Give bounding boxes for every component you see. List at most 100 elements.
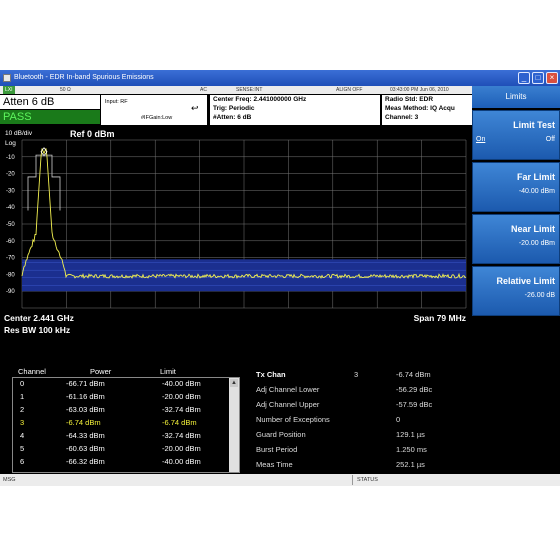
meas-method-label: Meas Method: IQ Acqu bbox=[385, 105, 455, 112]
table-row[interactable]: 1 -61.16 dBm -20.00 dBm bbox=[0, 392, 230, 404]
atten-small-label: #Atten: 6 dB bbox=[213, 114, 252, 121]
cell-channel: 5 bbox=[20, 444, 25, 453]
y-tick-label: -10 bbox=[6, 155, 15, 161]
result-extra: 3 bbox=[354, 370, 359, 379]
far-limit-label: Far Limit bbox=[516, 172, 555, 182]
col-header-limit: Limit bbox=[160, 367, 176, 376]
table-row[interactable]: 2 -63.03 dBm -32.74 dBm bbox=[0, 405, 230, 417]
result-value: 129.1 µs bbox=[396, 430, 425, 439]
relative-limit-label: Relative Limit bbox=[496, 276, 555, 286]
result-value: 252.1 µs bbox=[396, 460, 425, 469]
minimize-button[interactable]: _ bbox=[518, 72, 530, 84]
cell-limit: -20.00 dBm bbox=[162, 444, 201, 453]
cell-channel: 0 bbox=[20, 379, 25, 388]
cell-power: -61.16 dBm bbox=[66, 392, 105, 401]
cell-channel: 2 bbox=[20, 405, 25, 414]
channel-label: Channel: 3 bbox=[385, 114, 419, 121]
y-tick-labels: -10 -20 -30 -40 -50 -60 -70 -80 -90 bbox=[6, 155, 15, 295]
col-header-channel: Channel bbox=[18, 367, 46, 376]
result-label: Meas Time bbox=[256, 460, 293, 469]
table-row[interactable]: 0 -66.71 dBm -40.00 dBm bbox=[0, 379, 230, 391]
far-limit-softkey[interactable]: Far Limit -40.00 dBm bbox=[472, 162, 560, 212]
msg-label: MSG bbox=[3, 477, 16, 483]
scroll-up-icon[interactable]: ▲ bbox=[230, 379, 238, 387]
result-label: Adj Channel Lower bbox=[256, 385, 320, 394]
result-value: -56.29 dBc bbox=[396, 385, 433, 394]
y-tick-label: -30 bbox=[6, 188, 15, 194]
log-label: Log bbox=[5, 140, 16, 147]
near-limit-label: Near Limit bbox=[510, 224, 555, 234]
app-icon bbox=[3, 74, 11, 82]
sense-label: SENSE:INT bbox=[236, 87, 263, 93]
center-info-panel: Center Freq: 2.441000000 GHz Trig: Perio… bbox=[210, 95, 380, 125]
close-button[interactable]: × bbox=[546, 72, 558, 84]
table-row[interactable]: 3 -6.74 dBm -6.74 dBm bbox=[0, 418, 230, 430]
analyzer-screen: Bluetooth - EDR In-band Spurious Emissio… bbox=[0, 70, 560, 486]
table-row[interactable]: 6 -66.32 dBm -40.00 dBm bbox=[0, 457, 230, 469]
input-label: Input: RF bbox=[105, 99, 128, 105]
atten-readout: Atten 6 dB bbox=[0, 95, 100, 109]
input-arrow-icon: ↩ bbox=[191, 103, 199, 113]
status-strip: LXI 50 Ω AC SENSE:INT ALIGN OFF 03:43:00… bbox=[0, 86, 472, 94]
spectrum-graph: -10 -20 -30 -40 -50 -60 -70 -80 -90 bbox=[6, 139, 467, 309]
cell-limit: -20.00 dBm bbox=[162, 392, 201, 401]
align-label: ALIGN OFF bbox=[336, 87, 363, 93]
table-row[interactable]: 4 -64.33 dBm -32.74 dBm bbox=[0, 431, 230, 443]
cell-channel: 1 bbox=[20, 392, 25, 401]
cell-power: -66.71 dBm bbox=[66, 379, 105, 388]
near-limit-value: -20.00 dBm bbox=[518, 240, 555, 247]
spectrum-plot: -10 -20 -30 -40 -50 -60 -70 -80 -90 10 dB/div Re… bbox=[0, 126, 472, 338]
radio-std-label: Radio Std: EDR bbox=[385, 96, 434, 103]
scale-label: 10 dB/div bbox=[5, 130, 33, 137]
y-tick-label: -20 bbox=[6, 172, 15, 178]
cell-limit: -40.00 dBm bbox=[162, 379, 201, 388]
channel-list-scrollbar[interactable]: ▲ bbox=[229, 378, 239, 472]
res-bw-readout: Res BW 100 kHz bbox=[4, 325, 71, 335]
cell-power: -6.74 dBm bbox=[66, 418, 101, 427]
input-panel: Input: RF #IFGain:Low ↩ bbox=[101, 95, 207, 125]
status-label: STATUS bbox=[357, 477, 378, 483]
cell-limit: -32.74 dBm bbox=[162, 431, 201, 440]
y-tick-label: -80 bbox=[6, 272, 15, 278]
result-label: Number of Exceptions bbox=[256, 415, 330, 424]
limit-test-label: Limit Test bbox=[513, 120, 555, 130]
far-limit-value: -40.00 dBm bbox=[518, 188, 555, 195]
coupling-label: AC bbox=[200, 87, 207, 93]
y-tick-label: -70 bbox=[6, 256, 15, 262]
result-value: 0 bbox=[396, 415, 401, 424]
datetime-label: 03:43:00 PM Jun 06, 2010 bbox=[390, 87, 449, 93]
if-gain-label: #IFGain:Low bbox=[141, 115, 173, 121]
table-row[interactable]: 5 -60.63 dBm -20.00 dBm bbox=[0, 444, 230, 456]
cell-channel: 6 bbox=[20, 457, 25, 466]
y-tick-label: -50 bbox=[6, 222, 15, 228]
radio-info-panel: Radio Std: EDR Meas Method: IQ Acqu Chan… bbox=[382, 95, 472, 125]
lxi-indicator: LXI bbox=[3, 86, 15, 94]
limit-mask bbox=[27, 154, 61, 211]
result-label: Guard Position bbox=[256, 430, 306, 439]
center-freq-readout: Center 2.441 GHz bbox=[4, 313, 74, 323]
limit-test-on: On bbox=[476, 136, 486, 143]
ref-level-label: Ref 0 dBm bbox=[70, 129, 115, 139]
trig-label: Trig: Periodic bbox=[213, 105, 255, 112]
cell-power: -63.03 dBm bbox=[66, 405, 105, 414]
cell-power: -64.33 dBm bbox=[66, 431, 105, 440]
result-label: Burst Period bbox=[256, 445, 298, 454]
limit-test-softkey[interactable]: Limit Test On Off bbox=[472, 110, 560, 160]
span-readout: Span 79 MHz bbox=[413, 313, 466, 323]
y-tick-label: -60 bbox=[6, 239, 15, 245]
cell-power: -60.63 dBm bbox=[66, 444, 105, 453]
cell-channel: 3 bbox=[20, 418, 25, 427]
result-label: Adj Channel Upper bbox=[256, 400, 320, 409]
pass-indicator: PASS bbox=[0, 110, 100, 124]
cell-limit: -40.00 dBm bbox=[162, 457, 201, 466]
message-bar: MSG STATUS bbox=[0, 474, 560, 486]
cell-channel: 4 bbox=[20, 431, 25, 440]
cell-limit: -32.74 dBm bbox=[162, 405, 201, 414]
softkey-panel: Limits Limit Test On Off Far Limit -40.0… bbox=[472, 86, 560, 474]
near-limit-softkey[interactable]: Near Limit -20.00 dBm bbox=[472, 214, 560, 264]
meas-header: Atten 6 dB PASS Input: RF #IFGain:Low ↩ … bbox=[0, 94, 472, 126]
limit-test-off: Off bbox=[545, 136, 555, 143]
maximize-button[interactable]: □ bbox=[532, 72, 544, 84]
softkey-menu-title: Limits bbox=[472, 86, 560, 108]
relative-limit-softkey[interactable]: Relative Limit -26.00 dB bbox=[472, 266, 560, 316]
